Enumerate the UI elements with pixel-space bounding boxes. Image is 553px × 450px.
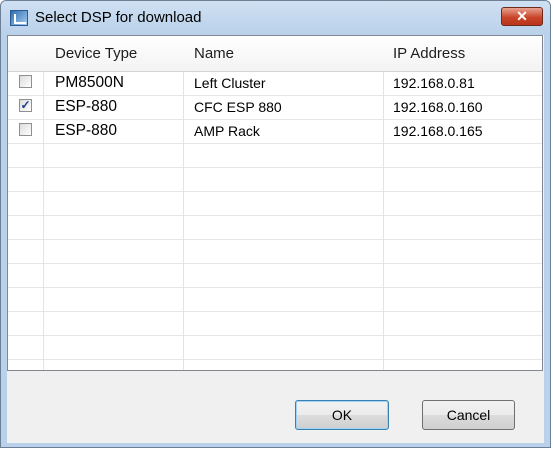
dialog-body: Device Type Name IP Address PM8500N Left… (7, 35, 544, 443)
column-header-name[interactable]: Name (194, 45, 234, 62)
grid-line (8, 311, 542, 312)
grid-line (8, 239, 542, 240)
ok-button[interactable]: OK (295, 400, 389, 430)
title-bar[interactable]: Select DSP for download ✕ (1, 1, 550, 35)
window-title: Select DSP for download (35, 9, 202, 26)
column-header-ip-address[interactable]: IP Address (393, 45, 465, 62)
grid-line (8, 263, 542, 264)
name-cell: Left Cluster (194, 75, 266, 91)
grid-line (8, 335, 542, 336)
ip-address-cell: 192.168.0.81 (393, 75, 475, 91)
grid-line (8, 359, 542, 360)
row-checkbox[interactable] (19, 75, 32, 88)
device-type-cell: PM8500N (55, 74, 124, 91)
name-cell: AMP Rack (194, 123, 260, 139)
table-row[interactable]: ESP-880 AMP Rack 192.168.0.165 (8, 119, 542, 143)
device-grid: Device Type Name IP Address PM8500N Left… (7, 35, 543, 371)
select-dsp-dialog: Select DSP for download ✕ Device Type Na… (0, 0, 551, 448)
column-header-device-type[interactable]: Device Type (55, 45, 137, 62)
table-row[interactable]: ✓ ESP-880 CFC ESP 880 192.168.0.160 (8, 95, 542, 119)
row-checkbox[interactable] (19, 123, 32, 136)
grid-header: Device Type Name IP Address (8, 36, 542, 72)
grid-line (8, 167, 542, 168)
dsp-app-icon (10, 10, 28, 26)
grid-line (8, 215, 542, 216)
close-button[interactable]: ✕ (501, 7, 543, 26)
table-row[interactable]: PM8500N Left Cluster 192.168.0.81 (8, 71, 542, 95)
row-checkbox[interactable]: ✓ (19, 99, 32, 112)
device-type-cell: ESP-880 (55, 122, 118, 139)
grid-line (8, 287, 542, 288)
name-cell: CFC ESP 880 (194, 99, 282, 115)
device-type-cell: ESP-880 (55, 98, 118, 115)
ip-address-cell: 192.168.0.160 (393, 99, 483, 115)
ip-address-cell: 192.168.0.165 (393, 123, 483, 139)
grid-line (8, 191, 542, 192)
cancel-button[interactable]: Cancel (422, 400, 515, 430)
grid-line (8, 143, 542, 144)
